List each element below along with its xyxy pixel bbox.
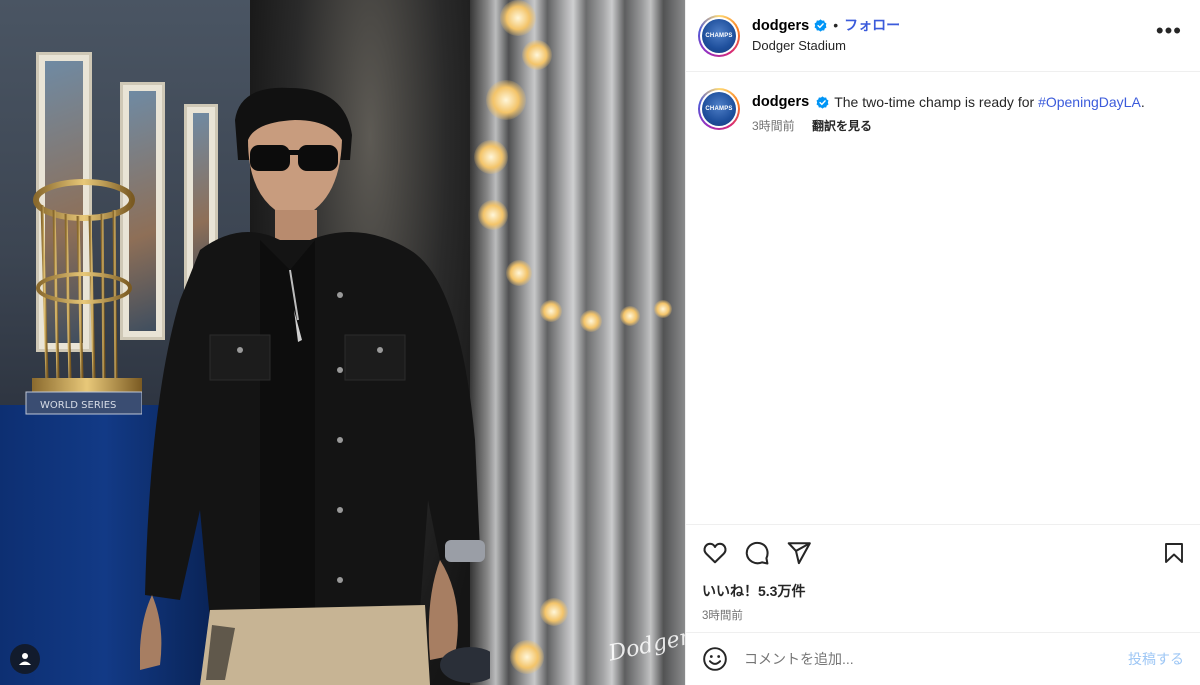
hashtag-link[interactable]: #OpeningDayLA — [1038, 93, 1141, 111]
follow-button[interactable]: フォロー — [844, 17, 900, 35]
post-panel: CHAMPS dodgers • フォロー Dodger Stadium •••… — [685, 0, 1200, 685]
emoji-icon[interactable] — [702, 646, 728, 672]
likes-count[interactable]: いいね！5.3万件 — [702, 581, 1184, 601]
bookmark-icon[interactable] — [1162, 541, 1186, 565]
verified-badge-icon — [816, 95, 829, 109]
dodgers-logo: CHAMPS — [702, 18, 736, 53]
share-icon[interactable] — [786, 540, 812, 566]
post-image[interactable]: WORLD SERIES Dodgers — [0, 0, 685, 685]
comment-icon[interactable] — [744, 540, 770, 566]
user-tag-button[interactable] — [10, 644, 40, 674]
action-bar: いいね！5.3万件 3時間前 — [686, 524, 1200, 632]
dodgers-logo: CHAMPS — [702, 92, 736, 126]
svg-text:WORLD SERIES: WORLD SERIES — [40, 400, 116, 411]
post-comment-button[interactable]: 投稿する — [1128, 649, 1184, 669]
comment-input[interactable] — [744, 651, 1128, 667]
caption-time[interactable]: 3時間前 — [752, 119, 795, 133]
caption-body: The two-time champ is ready for — [834, 94, 1035, 110]
more-options-icon[interactable]: ••• — [1156, 20, 1182, 42]
separator-dot: • — [833, 17, 839, 34]
translate-button[interactable]: 翻訳を見る — [812, 119, 872, 133]
post-header: CHAMPS dodgers • フォロー Dodger Stadium ••• — [686, 0, 1200, 72]
caption-username[interactable]: dodgers — [752, 93, 809, 111]
location-link[interactable]: Dodger Stadium — [752, 38, 900, 54]
header-username[interactable]: dodgers — [752, 17, 809, 35]
instagram-post-modal: WORLD SERIES Dodgers CHAMPS dodgers • フォ… — [0, 0, 1200, 685]
heart-icon[interactable] — [702, 540, 728, 566]
caption-section: CHAMPS dodgers The two-time champ is rea… — [686, 72, 1200, 524]
verified-badge-icon — [814, 19, 827, 32]
avatar[interactable]: CHAMPS — [698, 14, 740, 57]
small-trophy: WORLD SERIES — [25, 179, 142, 415]
user-tag-icon — [19, 653, 31, 665]
comment-bar: 投稿する — [686, 632, 1200, 685]
caption-period: . — [1140, 94, 1145, 110]
player-figure — [140, 87, 490, 685]
caption-text: dodgers The two-time champ is ready for … — [752, 93, 1145, 111]
post-timestamp[interactable]: 3時間前 — [702, 607, 1184, 623]
caption-avatar[interactable]: CHAMPS — [698, 88, 740, 130]
